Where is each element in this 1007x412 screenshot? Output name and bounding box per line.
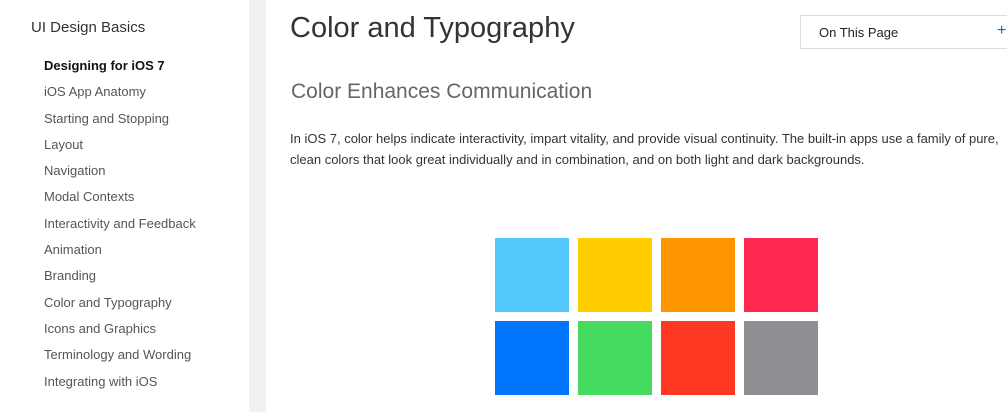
color-swatch xyxy=(661,321,735,395)
sidebar-item[interactable]: iOS App Anatomy xyxy=(44,83,196,109)
sidebar-item[interactable]: Layout xyxy=(44,136,196,162)
color-swatch-grid xyxy=(495,238,819,398)
page-title: Color and Typography xyxy=(290,12,575,44)
color-swatch xyxy=(661,238,735,312)
sidebar-item[interactable]: Navigation xyxy=(44,162,196,188)
color-swatch xyxy=(744,321,818,395)
color-swatch xyxy=(495,321,569,395)
color-swatch xyxy=(744,238,818,312)
body-paragraph: In iOS 7, color helps indicate interacti… xyxy=(290,131,999,167)
color-swatch xyxy=(495,238,569,312)
sidebar-item[interactable]: Integrating with iOS xyxy=(44,373,196,399)
sidebar-item[interactable]: Designing for iOS 7 xyxy=(44,57,196,83)
sidebar-title[interactable]: UI Design Basics xyxy=(31,19,145,36)
sidebar-item[interactable]: Branding xyxy=(44,267,196,293)
sidebar-item[interactable]: Animation xyxy=(44,241,196,267)
sidebar-item[interactable]: Terminology and Wording xyxy=(44,346,196,372)
sidebar-item[interactable]: Color and Typography xyxy=(44,294,196,320)
sidebar: UI Design Basics Designing for iOS 7 iOS … xyxy=(0,0,249,412)
sidebar-item[interactable]: Starting and Stopping xyxy=(44,110,196,136)
on-this-page-toggle[interactable]: On This Page + xyxy=(800,15,1007,49)
sidebar-item[interactable]: Icons and Graphics xyxy=(44,320,196,346)
sidebar-item[interactable]: Interactivity and Feedback xyxy=(44,215,196,241)
color-swatch xyxy=(578,238,652,312)
plus-icon[interactable]: + xyxy=(997,22,1006,40)
color-swatch xyxy=(578,321,652,395)
sidebar-item[interactable]: Modal Contexts xyxy=(44,188,196,214)
sidebar-divider xyxy=(249,0,266,412)
section-title: Color Enhances Communication xyxy=(291,80,593,103)
on-this-page-label: On This Page xyxy=(819,25,899,40)
sidebar-nav: Designing for iOS 7 iOS App Anatomy Starti… xyxy=(44,57,196,399)
